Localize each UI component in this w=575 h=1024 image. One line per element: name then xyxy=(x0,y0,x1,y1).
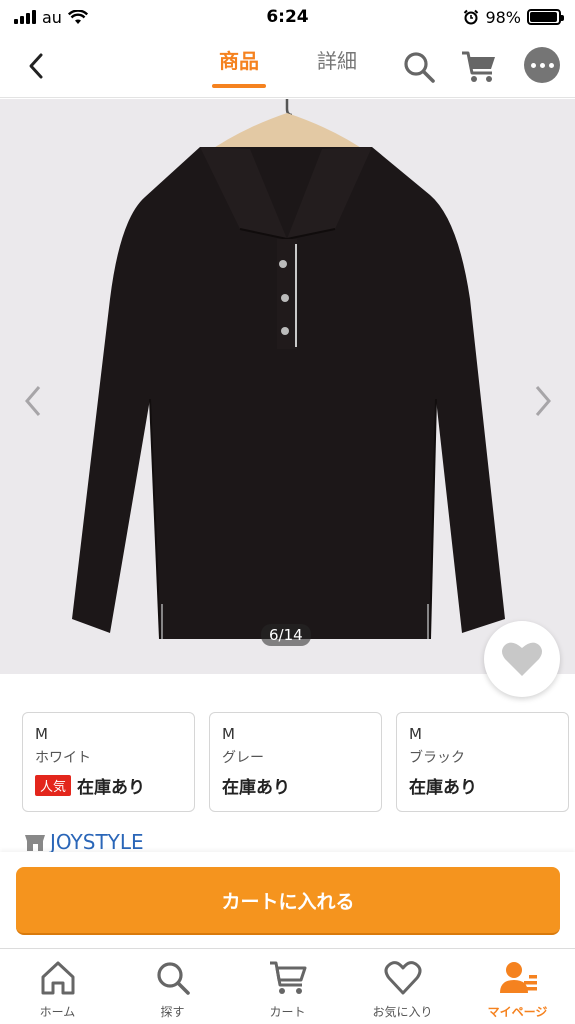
variant-card-black[interactable]: M ブラック 在庫あり xyxy=(396,712,569,812)
cart-button[interactable] xyxy=(460,48,498,86)
variant-stock: 在庫あり xyxy=(409,778,477,798)
battery-icon xyxy=(527,9,564,25)
variant-size: M xyxy=(35,725,48,743)
tab-details[interactable]: 詳細 xyxy=(310,46,364,86)
status-right: 98% xyxy=(463,7,564,27)
bottom-nav: ホーム 探す カート お気に入り マイページ xyxy=(0,948,575,1024)
image-page-counter: 6/14 xyxy=(261,624,311,646)
alarm-icon xyxy=(464,9,479,25)
product-image-carousel[interactable] xyxy=(0,99,575,674)
popular-badge: 人気 xyxy=(35,775,72,796)
user-icon xyxy=(499,962,537,993)
favorite-button[interactable] xyxy=(484,621,560,697)
store-link[interactable]: JOYSTYLE xyxy=(24,830,144,854)
tab-product[interactable]: 商品 xyxy=(212,46,266,88)
nav-label: カート xyxy=(269,1005,306,1019)
variant-stock: 在庫あり xyxy=(77,778,146,798)
heart-icon xyxy=(384,961,421,995)
status-left: au xyxy=(14,8,88,27)
store-name[interactable]: JOYSTYLE xyxy=(50,830,144,854)
battery-percent: 98% xyxy=(485,7,521,27)
variant-list: M ホワイト 人気 在庫あり M グレー 在庫あり M ブラック 在庫あり xyxy=(22,712,569,812)
signal-icon xyxy=(14,10,36,24)
add-to-cart-bar: カートに入れる xyxy=(0,852,575,948)
variant-size: M xyxy=(409,725,422,743)
cart-icon xyxy=(269,961,306,994)
wifi-icon xyxy=(67,9,88,24)
product-image xyxy=(0,99,575,674)
nav-item-favorites[interactable]: お気に入り xyxy=(345,949,460,1024)
more-button[interactable] xyxy=(524,47,560,83)
variant-color: ホワイト xyxy=(35,750,91,766)
variant-stock-row: 在庫あり xyxy=(222,773,369,798)
nav-item-cart[interactable]: カート xyxy=(230,949,345,1024)
variant-card-gray[interactable]: M グレー 在庫あり xyxy=(209,712,382,812)
nav-item-home[interactable]: ホーム xyxy=(0,949,115,1024)
search-button[interactable] xyxy=(400,48,438,86)
variant-stock: 在庫あり xyxy=(222,778,290,798)
add-to-cart-button[interactable]: カートに入れる xyxy=(16,867,560,935)
heart-icon xyxy=(502,642,542,676)
variant-color: グレー xyxy=(222,750,264,766)
status-bar: au 6:24 98% xyxy=(0,0,575,34)
battery-level xyxy=(530,12,558,22)
chevron-left-icon xyxy=(29,53,43,79)
search-icon xyxy=(156,962,190,995)
home-icon xyxy=(41,961,74,995)
search-icon xyxy=(404,52,435,83)
carrier-name: au xyxy=(42,7,62,27)
next-image-button[interactable] xyxy=(528,381,558,421)
variant-card-white[interactable]: M ホワイト 人気 在庫あり xyxy=(22,712,195,812)
header: 商品 詳細 xyxy=(0,34,575,98)
variant-size: M xyxy=(222,725,235,743)
prev-image-button[interactable] xyxy=(18,381,48,421)
variant-stock-row: 人気 在庫あり xyxy=(35,773,182,798)
nav-label: お気に入り xyxy=(372,1005,433,1019)
variant-stock-row: 在庫あり xyxy=(409,773,556,798)
nav-label: 探す xyxy=(160,1005,185,1019)
store-icon xyxy=(25,835,45,851)
cart-icon xyxy=(462,51,495,82)
nav-label: マイページ xyxy=(487,1005,548,1019)
chevron-right-icon xyxy=(535,386,551,416)
nav-item-search[interactable]: 探す xyxy=(115,949,230,1024)
variant-color: ブラック xyxy=(409,750,465,766)
back-button[interactable] xyxy=(18,48,54,84)
chevron-left-icon xyxy=(25,386,41,416)
nav-label: ホーム xyxy=(39,1005,76,1019)
nav-item-mypage[interactable]: マイページ xyxy=(460,949,575,1024)
